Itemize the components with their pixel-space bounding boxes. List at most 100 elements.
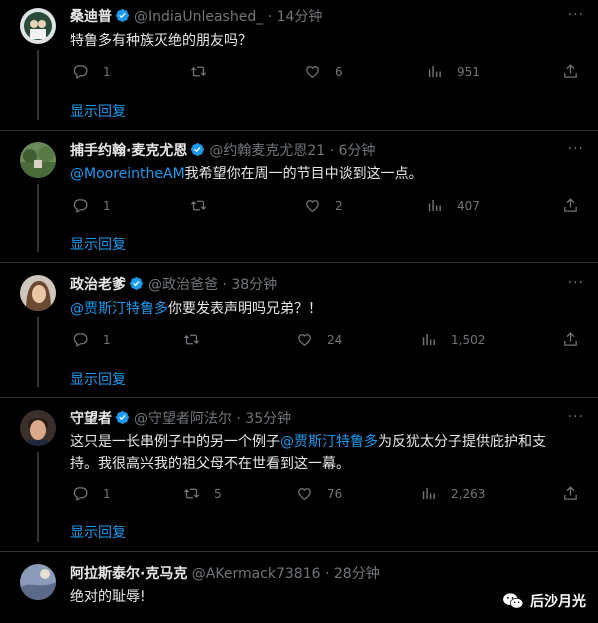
display-name[interactable]: 政治老爹 bbox=[70, 277, 126, 293]
share-icon bbox=[562, 197, 579, 214]
tweet-text-body: 为反犹太分子提供庇护和支 bbox=[378, 434, 546, 450]
handle[interactable]: @政治爸爸 bbox=[148, 277, 218, 293]
handle[interactable]: @IndiaUnleashed_ bbox=[134, 9, 263, 25]
views-button[interactable]: 407 bbox=[426, 197, 480, 214]
share-button[interactable] bbox=[562, 197, 593, 214]
like-button[interactable]: 24 bbox=[296, 331, 342, 348]
show-replies-link[interactable]: 显示回复 bbox=[70, 101, 126, 121]
share-button[interactable] bbox=[562, 63, 593, 80]
reply-button[interactable]: 1 bbox=[72, 197, 111, 214]
view-count: 2,263 bbox=[451, 486, 486, 501]
handle[interactable]: @守望者阿法尔 bbox=[134, 411, 232, 427]
view-count: 407 bbox=[457, 198, 480, 213]
view-count: 1,502 bbox=[451, 332, 486, 347]
views-icon bbox=[426, 63, 443, 80]
retweet-icon bbox=[183, 485, 200, 502]
more-options-icon[interactable]: ··· bbox=[568, 141, 584, 157]
retweet-button[interactable] bbox=[183, 331, 214, 348]
more-options-icon[interactable]: ··· bbox=[568, 409, 584, 425]
action-bar: 1 6 951 bbox=[70, 63, 580, 83]
reply-count: 1 bbox=[103, 64, 111, 79]
avatar[interactable] bbox=[20, 142, 56, 178]
tweet-text: @贾斯汀特鲁多你要发表声明吗兄弟？！ bbox=[70, 298, 578, 320]
tweet-header: 守望者 @守望者阿法尔 · 35分钟 bbox=[70, 409, 558, 429]
reply-icon bbox=[72, 63, 89, 80]
avatar[interactable] bbox=[20, 564, 56, 600]
like-icon bbox=[296, 331, 313, 348]
display-name[interactable]: 捕手约翰·麦克尤恩 bbox=[70, 143, 187, 159]
mention-link[interactable]: @贾斯汀特鲁多 bbox=[70, 301, 168, 317]
retweet-icon bbox=[190, 197, 207, 214]
like-button[interactable]: 6 bbox=[304, 63, 343, 80]
timestamp[interactable]: · 38分钟 bbox=[222, 277, 277, 293]
tweet-5[interactable]: 阿拉斯泰尔·克马克 @AKermack73816 · 28分钟 绝对的耻辱! bbox=[0, 552, 598, 623]
tweet-1[interactable]: 桑迪普 @IndiaUnleashed_ · 14分钟 ··· 特鲁多有种族灭绝的… bbox=[0, 0, 598, 131]
reply-icon bbox=[72, 331, 89, 348]
tweet-2[interactable]: 捕手约翰·麦克尤恩 @约翰麦克尤恩21 · 6分钟 ··· @Mooreinthe… bbox=[0, 131, 598, 263]
views-icon bbox=[426, 197, 443, 214]
reply-button[interactable]: 1 bbox=[72, 331, 111, 348]
more-options-icon[interactable]: ··· bbox=[568, 7, 584, 23]
share-icon bbox=[562, 63, 579, 80]
show-replies-link[interactable]: 显示回复 bbox=[70, 522, 126, 542]
tweet-text-body: 绝对的耻辱! bbox=[70, 589, 146, 605]
tweet-4[interactable]: 守望者 @守望者阿法尔 · 35分钟 ··· 这只是一长串例子中的另一个例子@贾斯… bbox=[0, 398, 598, 552]
handle[interactable]: @AKermack73816 bbox=[192, 566, 321, 582]
show-replies-link[interactable]: 显示回复 bbox=[70, 234, 126, 254]
retweet-button[interactable] bbox=[190, 63, 221, 80]
retweet-button[interactable] bbox=[190, 197, 221, 214]
like-count: 2 bbox=[335, 198, 343, 213]
timestamp[interactable]: · 14分钟 bbox=[268, 9, 323, 25]
tweet-text-body: 你要发表声明吗兄弟？！ bbox=[168, 301, 322, 317]
share-button[interactable] bbox=[562, 485, 593, 502]
action-bar: 1 2 407 bbox=[70, 197, 580, 217]
like-button[interactable]: 76 bbox=[296, 485, 342, 502]
action-bar: 1 5 76 2,263 bbox=[70, 485, 580, 505]
display-name[interactable]: 守望者 bbox=[70, 411, 112, 427]
views-button[interactable]: 1,502 bbox=[420, 331, 485, 348]
watermark-text: 后沙月光 bbox=[530, 594, 586, 610]
avatar[interactable] bbox=[20, 410, 56, 446]
thread-line bbox=[37, 317, 39, 387]
like-icon bbox=[304, 63, 321, 80]
mention-link[interactable]: @贾斯汀特鲁多 bbox=[280, 434, 378, 450]
timestamp[interactable]: · 28分钟 bbox=[325, 566, 380, 582]
verified-badge-icon bbox=[115, 410, 130, 425]
handle[interactable]: @约翰麦克尤恩21 bbox=[209, 143, 325, 159]
like-icon bbox=[296, 485, 313, 502]
tweet-header: 桑迪普 @IndiaUnleashed_ · 14分钟 bbox=[70, 7, 558, 27]
watermark: 后沙月光 bbox=[502, 591, 586, 611]
reply-button[interactable]: 1 bbox=[72, 485, 111, 502]
display-name[interactable]: 阿拉斯泰尔·克马克 bbox=[70, 566, 187, 582]
views-icon bbox=[420, 331, 437, 348]
avatar[interactable] bbox=[20, 275, 56, 311]
verified-badge-icon bbox=[190, 142, 205, 157]
share-button[interactable] bbox=[562, 331, 593, 348]
tweet-3[interactable]: 政治老爹 @政治爸爸 · 38分钟 ··· @贾斯汀特鲁多你要发表声明吗兄弟？！ … bbox=[0, 263, 598, 398]
reply-count: 1 bbox=[103, 332, 111, 347]
like-button[interactable]: 2 bbox=[304, 197, 343, 214]
views-button[interactable]: 2,263 bbox=[420, 485, 485, 502]
tweet-text-body: 我希望你在周一的节目中谈到这一点。 bbox=[184, 166, 423, 182]
show-replies-link[interactable]: 显示回复 bbox=[70, 369, 126, 389]
more-options-icon[interactable]: ··· bbox=[568, 275, 584, 291]
tweet-text-line-1: 这只是一长串例子中的另一个例子@贾斯汀特鲁多为反犹太分子提供庇护和支 bbox=[70, 431, 578, 453]
avatar[interactable] bbox=[20, 8, 56, 44]
tweet-text: 特鲁多有种族灭绝的朋友吗？ bbox=[70, 30, 578, 52]
reply-button[interactable]: 1 bbox=[72, 63, 111, 80]
verified-badge-icon bbox=[115, 8, 130, 23]
share-icon bbox=[562, 485, 579, 502]
like-count: 6 bbox=[335, 64, 343, 79]
thread-line bbox=[37, 452, 39, 542]
tweet-header: 政治老爹 @政治爸爸 · 38分钟 bbox=[70, 275, 558, 295]
reply-count: 1 bbox=[103, 486, 111, 501]
like-count: 76 bbox=[327, 486, 343, 501]
timestamp[interactable]: · 6分钟 bbox=[330, 143, 376, 159]
tweet-text-body: 特鲁多有种族灭绝的朋友吗？ bbox=[70, 33, 252, 49]
mention-link[interactable]: @MooreintheAM bbox=[70, 166, 185, 182]
timestamp[interactable]: · 35分钟 bbox=[236, 411, 291, 427]
retweet-button[interactable]: 5 bbox=[183, 485, 222, 502]
like-count: 24 bbox=[327, 332, 343, 347]
display-name[interactable]: 桑迪普 bbox=[70, 9, 112, 25]
views-button[interactable]: 951 bbox=[426, 63, 480, 80]
